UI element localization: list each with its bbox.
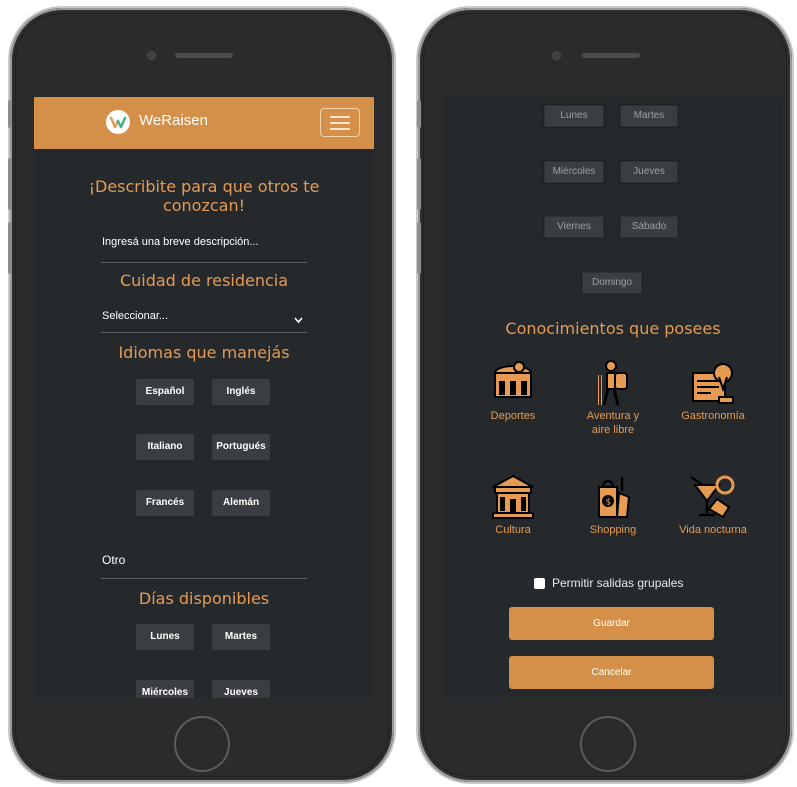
knowledge-item-culture[interactable]: Cultura bbox=[477, 473, 549, 537]
shopping-icon: $ bbox=[589, 473, 637, 521]
knowledge-item-adventure[interactable]: Aventura y aire libre bbox=[577, 359, 649, 437]
museum-icon bbox=[489, 473, 537, 521]
cancel-button[interactable]: Cancelar bbox=[509, 656, 714, 689]
day-chip-saturday[interactable]: Sábado bbox=[619, 215, 679, 239]
knowledge-title: Conocimientos que posees bbox=[505, 319, 721, 338]
stadium-icon bbox=[489, 359, 537, 407]
days-title: Días disponibles bbox=[138, 589, 270, 608]
language-chip-spanish[interactable]: Español bbox=[136, 379, 194, 405]
weraisen-logo-icon[interactable] bbox=[106, 110, 130, 134]
group-outings-label: Permitir salidas grupales bbox=[552, 576, 684, 590]
hamburger-icon bbox=[330, 128, 350, 130]
other-language-input[interactable]: Otro bbox=[102, 553, 125, 567]
day-chip-thursday[interactable]: Jueves bbox=[619, 160, 679, 184]
volume-button bbox=[8, 222, 12, 274]
description-input[interactable]: Ingresá una breve descripción... bbox=[102, 236, 259, 248]
residence-title: Cuidad de residencia bbox=[119, 271, 289, 290]
cocktail-icon bbox=[689, 473, 737, 521]
other-language-underline bbox=[101, 578, 307, 579]
camera-icon bbox=[553, 52, 560, 59]
knowledge-label: Shopping bbox=[589, 524, 637, 536]
residence-underline bbox=[101, 332, 307, 333]
language-chip-portuguese[interactable]: Portugués bbox=[212, 434, 270, 460]
day-chip-thursday[interactable]: Jueves bbox=[212, 680, 270, 698]
home-button[interactable] bbox=[580, 716, 636, 772]
home-button[interactable] bbox=[174, 716, 230, 772]
speaker-icon bbox=[175, 53, 233, 58]
residence-select[interactable]: Seleccionar... bbox=[102, 310, 168, 322]
language-chip-french[interactable]: Francés bbox=[136, 490, 194, 516]
knowledge-item-sports[interactable]: Deportes bbox=[477, 359, 549, 423]
menu-toggle-button[interactable] bbox=[320, 108, 360, 137]
volume-button bbox=[8, 100, 12, 128]
camera-icon bbox=[148, 52, 155, 59]
left-screen: WeRaisen ¡Describite para que otros te c… bbox=[34, 97, 374, 698]
day-chip-monday[interactable]: Lunes bbox=[543, 104, 605, 128]
right-screen: Lunes Martes Miércoles Jueves Viernes Sá… bbox=[443, 97, 783, 698]
day-chip-sunday[interactable]: Domingo bbox=[581, 271, 643, 295]
save-button[interactable]: Guardar bbox=[509, 607, 714, 640]
language-chip-english[interactable]: Inglés bbox=[212, 379, 270, 405]
day-chip-wednesday[interactable]: Miércoles bbox=[543, 160, 605, 184]
hamburger-icon bbox=[330, 116, 350, 118]
volume-button bbox=[417, 222, 421, 274]
group-outings-checkbox[interactable] bbox=[534, 578, 545, 589]
day-chip-monday[interactable]: Lunes bbox=[136, 624, 194, 650]
language-chip-italian[interactable]: Italiano bbox=[136, 434, 194, 460]
day-chip-friday[interactable]: Viernes bbox=[543, 215, 605, 239]
description-underline bbox=[101, 262, 307, 263]
knowledge-label: Deportes bbox=[490, 410, 536, 422]
day-chip-wednesday[interactable]: Miércoles bbox=[136, 680, 194, 698]
hamburger-icon bbox=[330, 122, 350, 124]
speaker-icon bbox=[582, 53, 640, 58]
knowledge-label: Gastronomía bbox=[681, 410, 745, 422]
languages-title: Idiomas que manejás bbox=[118, 343, 290, 362]
knowledge-item-gastronomy[interactable]: Gastronomía bbox=[677, 359, 749, 423]
brand-name[interactable]: WeRaisen bbox=[139, 112, 208, 129]
language-chip-german[interactable]: Alemán bbox=[212, 490, 270, 516]
svg-text:$: $ bbox=[606, 498, 612, 508]
volume-button bbox=[8, 158, 12, 210]
knowledge-item-nightlife[interactable]: Vida nocturna bbox=[677, 473, 749, 537]
navbar: WeRaisen bbox=[34, 97, 374, 149]
knowledge-label: Vida nocturna bbox=[679, 524, 747, 536]
hiker-icon bbox=[589, 359, 637, 407]
knowledge-item-shopping[interactable]: $ Shopping bbox=[577, 473, 649, 537]
knowledge-label: Aventura y aire libre bbox=[586, 410, 640, 436]
knowledge-label: Cultura bbox=[495, 524, 531, 536]
day-chip-tuesday[interactable]: Martes bbox=[212, 624, 270, 650]
food-map-icon bbox=[689, 359, 737, 407]
chevron-down-icon[interactable] bbox=[294, 311, 303, 329]
volume-button bbox=[417, 158, 421, 210]
describe-title: ¡Describite para que otros te conozcan! bbox=[88, 177, 320, 215]
day-chip-tuesday[interactable]: Martes bbox=[619, 104, 679, 128]
volume-button bbox=[417, 100, 421, 128]
